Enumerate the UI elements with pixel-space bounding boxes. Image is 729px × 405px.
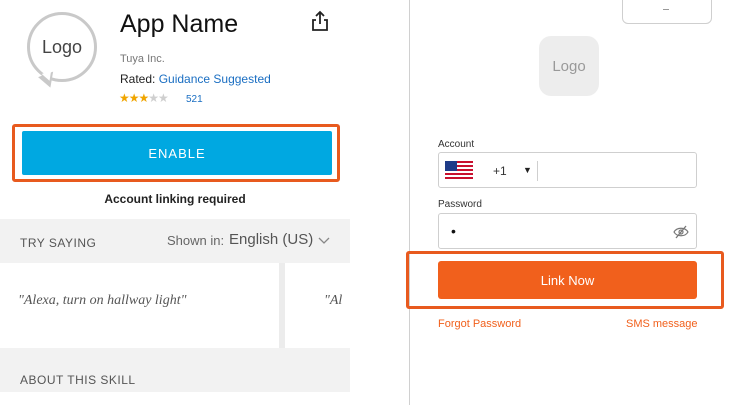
star-rating[interactable]: ★★★★★: [119, 91, 169, 105]
dropdown-arrow-icon[interactable]: ▼: [523, 165, 532, 175]
country-code[interactable]: +1: [493, 164, 507, 178]
account-label: Account: [438, 139, 475, 150]
account-field[interactable]: +1 ▼: [438, 152, 697, 188]
rated-link[interactable]: Guidance Suggested: [159, 72, 271, 86]
field-separator: [537, 161, 538, 181]
about-skill-label: ABOUT THIS SKILL: [20, 373, 136, 387]
developer-name: Tuya Inc.: [120, 53, 165, 65]
skill-page: Logo App Name Tuya Inc. Rated: Guidance …: [0, 0, 350, 405]
enable-button[interactable]: ENABLE: [22, 131, 332, 175]
stars-empty: ★★: [148, 91, 168, 105]
login-page: Logo Account +1 ▼ Password •: [410, 0, 720, 405]
app-logo: Logo: [539, 36, 599, 96]
skill-logo-text: Logo: [41, 36, 83, 57]
language-selector[interactable]: English (US): [229, 231, 313, 248]
try-saying-label: TRY SAYING: [20, 236, 97, 250]
content-rating: Rated: Guidance Suggested: [120, 72, 271, 86]
skill-logo: Logo: [27, 12, 97, 82]
shown-in-label: Shown in:: [167, 233, 225, 248]
rating-count[interactable]: 521: [186, 94, 203, 105]
rated-prefix: Rated:: [120, 72, 159, 86]
forgot-password-link[interactable]: Forgot Password: [438, 318, 521, 330]
password-field[interactable]: •: [438, 213, 697, 249]
account-linking-note: Account linking required: [104, 192, 246, 206]
link-now-button[interactable]: Link Now: [438, 261, 697, 299]
top-selector[interactable]: [622, 0, 712, 24]
share-icon[interactable]: [310, 10, 330, 32]
password-mask: •: [451, 223, 456, 239]
chevron-down-icon[interactable]: [318, 233, 330, 248]
skill-title: App Name: [120, 10, 239, 38]
sms-message-link[interactable]: SMS message: [626, 318, 698, 330]
stars-filled: ★★★: [119, 91, 149, 105]
utterance-card: "Al: [324, 293, 343, 308]
try-saying-bar: TRY SAYING Shown in: English (US): [0, 219, 350, 263]
us-flag-icon[interactable]: [445, 161, 473, 179]
sample-utterances[interactable]: "Alexa, turn on hallway light" "Al: [0, 263, 350, 348]
eye-off-icon[interactable]: [673, 225, 689, 239]
about-skill-bar[interactable]: ABOUT THIS SKILL: [0, 348, 350, 392]
app-logo-text: Logo: [552, 57, 586, 75]
password-label: Password: [438, 199, 482, 210]
utterance-divider: [279, 263, 285, 348]
utterance-card: "Alexa, turn on hallway light": [18, 293, 187, 308]
